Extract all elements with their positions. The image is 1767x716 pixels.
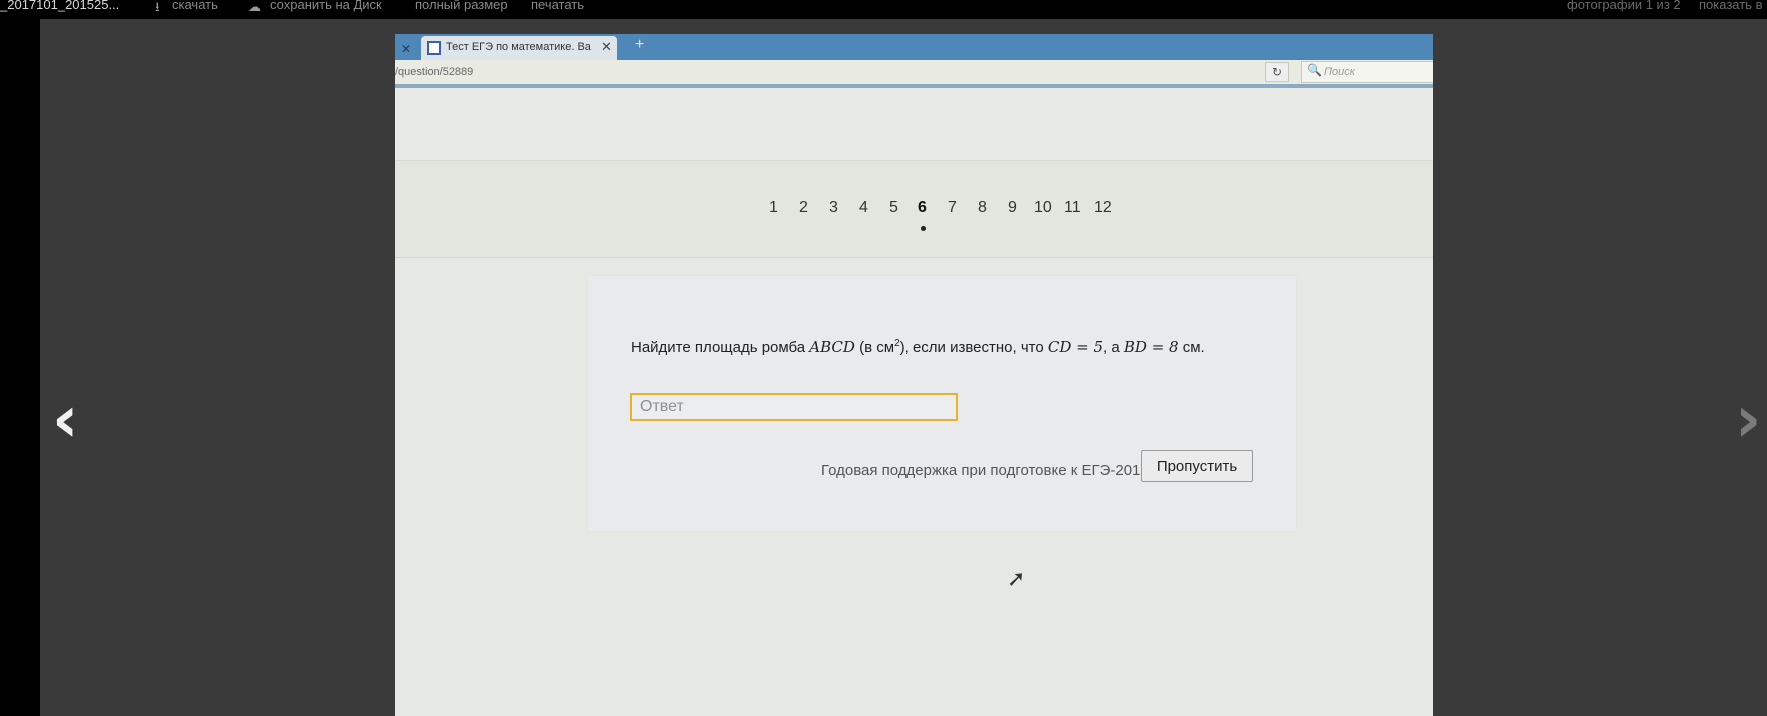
photo: ✕ Тест ЕГЭ по математике. Ва ✕ + /questi… (395, 34, 1433, 716)
viewer-toolbar: _2017101_201525... ⭳ скачать ☁ сохранить… (0, 0, 1767, 19)
cloud-icon[interactable]: ☁ (248, 0, 261, 13)
print-link[interactable]: печатать (531, 0, 584, 11)
question-number-5[interactable]: 5 (889, 199, 898, 217)
question-number-3[interactable]: 3 (829, 199, 838, 217)
question-number-11[interactable]: 11 (1064, 199, 1081, 217)
chevron-right-icon[interactable]: › (1735, 388, 1761, 452)
save-to-disk-link[interactable]: сохранить на Диск (270, 0, 382, 11)
download-icon[interactable]: ⭳ (155, 0, 160, 13)
question-number-1[interactable]: 1 (769, 199, 778, 217)
question-number-4[interactable]: 4 (859, 199, 868, 217)
math-bd: BD = 8 (1123, 338, 1179, 356)
question-text-part: см. (1178, 339, 1205, 356)
question-number-7[interactable]: 7 (948, 199, 957, 217)
question-text-part: , а (1103, 339, 1124, 356)
answer-input[interactable] (630, 393, 958, 421)
question-text-part: (в см (854, 339, 895, 356)
mouse-cursor-icon: ➚ (1007, 566, 1026, 591)
show-all-link[interactable]: показать в (1699, 0, 1762, 11)
math-cd: CD = 5 (1047, 338, 1104, 356)
url-text[interactable]: /question/52889 (395, 66, 473, 78)
question-number-6[interactable]: 6 (918, 199, 927, 217)
download-link[interactable]: скачать (172, 0, 218, 11)
question-number-8[interactable]: 8 (978, 199, 987, 217)
question-number-12[interactable]: 12 (1094, 199, 1112, 217)
active-question-indicator (921, 226, 926, 231)
question-card: Найдите площадь ромба ABCD (в см2), если… (588, 276, 1296, 531)
question-text: Найдите площадь ромба ABCD (в см2), если… (631, 338, 1205, 356)
full-size-link[interactable]: полный размер (415, 0, 508, 11)
question-number-10[interactable]: 10 (1034, 199, 1052, 217)
reload-icon[interactable]: ↻ (1265, 62, 1289, 82)
close-icon[interactable]: ✕ (601, 39, 612, 55)
question-text-part: ), если известно, что (899, 339, 1048, 356)
math-abcd: ABCD (809, 338, 855, 356)
question-text-part: Найдите площадь ромба (631, 339, 810, 356)
search-icon: 🔍 (1307, 63, 1322, 77)
tab-title: Тест ЕГЭ по математике. Ва (446, 41, 591, 53)
browser-tabbar: ✕ Тест ЕГЭ по математике. Ва ✕ + (395, 34, 1433, 60)
browser-tab[interactable]: Тест ЕГЭ по математике. Ва ✕ (421, 36, 617, 60)
photo-filename: _2017101_201525... (0, 0, 120, 12)
search-placeholder: Поиск (1324, 66, 1355, 78)
close-icon[interactable]: ✕ (395, 38, 417, 60)
favicon-icon (427, 41, 441, 55)
promo-link[interactable]: Годовая поддержка при подготовке к ЕГЭ-2… (821, 462, 1149, 479)
page-header (395, 88, 1433, 160)
skip-button[interactable]: Пропустить (1141, 450, 1253, 482)
question-navigation: 1 2 3 4 5 6 7 8 9 10 11 12 (395, 160, 1433, 258)
question-number-2[interactable]: 2 (799, 199, 808, 217)
new-tab-icon[interactable]: + (635, 36, 644, 54)
chevron-left-icon[interactable]: ‹ (52, 388, 78, 452)
address-bar[interactable]: /question/52889 ↻ 🔍 Поиск (395, 60, 1433, 88)
photo-counter: фотографии 1 из 2 (1567, 0, 1681, 12)
question-number-9[interactable]: 9 (1008, 199, 1017, 217)
browser-search-input[interactable]: 🔍 Поиск (1301, 61, 1433, 83)
